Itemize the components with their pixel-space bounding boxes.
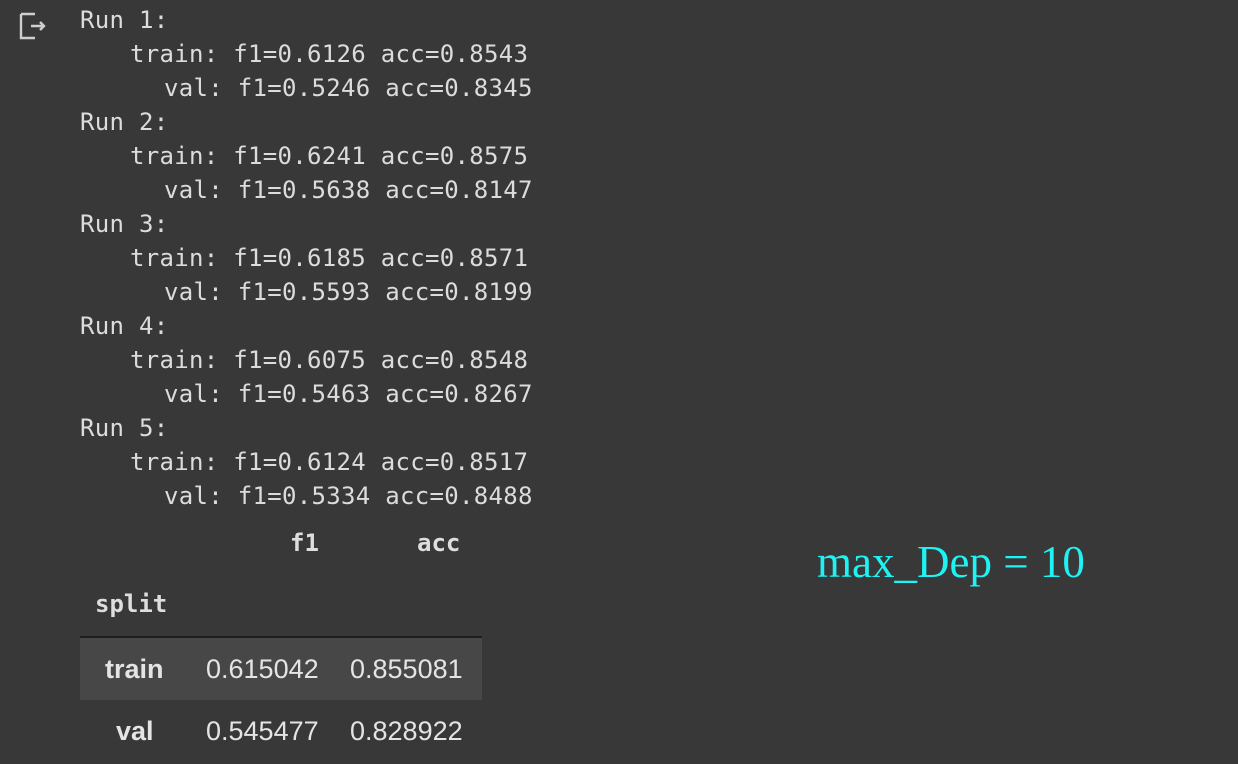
run-label: Run 2:	[80, 108, 169, 136]
dataframe-header: f1 acc	[80, 524, 482, 568]
table-row: train 0.615042 0.855081	[80, 638, 482, 700]
index-name-row: split	[80, 568, 482, 636]
stdout-text: Run 1: train: f1=0.6126 acc=0.8543 val: …	[80, 3, 533, 513]
cell-acc: 0.855081	[350, 654, 463, 684]
val-metrics-line: val: f1=0.5638 acc=0.8147	[164, 176, 533, 204]
cell-f1: 0.545477	[206, 716, 319, 746]
output-redirect-icon[interactable]	[18, 10, 50, 42]
cell-f1: 0.615042	[206, 654, 319, 684]
train-metrics-line: train: f1=0.6126 acc=0.8543	[130, 40, 529, 68]
table-row: val 0.545477 0.828922	[80, 700, 482, 762]
val-metrics-line: val: f1=0.5334 acc=0.8488	[164, 482, 533, 510]
run-label: Run 4:	[80, 312, 169, 340]
val-metrics-line: val: f1=0.5246 acc=0.8345	[164, 74, 533, 102]
index-name: split	[95, 590, 168, 618]
run-label: Run 5:	[80, 414, 169, 442]
train-metrics-line: train: f1=0.6075 acc=0.8548	[130, 346, 529, 374]
run-label: Run 1:	[80, 6, 169, 34]
run-label: Run 3:	[80, 210, 169, 238]
cell-acc: 0.828922	[350, 716, 463, 746]
row-index: val	[116, 716, 154, 746]
train-metrics-line: train: f1=0.6241 acc=0.8575	[130, 142, 529, 170]
row-index: train	[105, 654, 164, 684]
train-metrics-line: train: f1=0.6124 acc=0.8517	[130, 448, 529, 476]
column-header-acc: acc	[417, 529, 461, 557]
val-metrics-line: val: f1=0.5593 acc=0.8199	[164, 278, 533, 306]
val-metrics-line: val: f1=0.5463 acc=0.8267	[164, 380, 533, 408]
train-metrics-line: train: f1=0.6185 acc=0.8571	[130, 244, 529, 272]
column-header-f1: f1	[290, 529, 319, 557]
max-depth-annotation: max_Dep = 10	[817, 537, 1085, 587]
results-dataframe: f1 acc split train 0.615042 0.855081 val…	[80, 524, 482, 762]
